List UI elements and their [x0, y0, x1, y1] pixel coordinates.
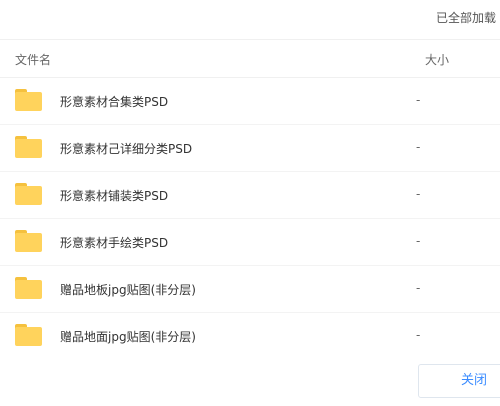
file-row[interactable]: 赠品地板jpg贴图(非分层) - [0, 266, 500, 313]
table-header: 文件名 大小 [0, 40, 500, 78]
file-row[interactable]: 形意素材己详细分类PSD - [0, 125, 500, 172]
file-size: - [416, 93, 421, 107]
column-header-name: 文件名 [15, 53, 52, 67]
close-button[interactable]: 关闭 [418, 364, 500, 398]
load-status-text: 已全部加载 [435, 11, 496, 25]
file-size: - [416, 328, 421, 342]
folder-icon [15, 89, 42, 111]
column-header-size: 大小 [425, 53, 450, 67]
file-name: 形意素材合集类PSD [60, 95, 169, 109]
file-size: - [416, 234, 421, 248]
folder-icon [15, 324, 42, 346]
folder-icon [15, 277, 42, 299]
file-name: 赠品地面jpg贴图(非分层) [60, 330, 196, 344]
file-size: - [416, 281, 421, 295]
file-name: 形意素材铺装类PSD [60, 189, 169, 203]
folder-icon [15, 183, 42, 205]
folder-icon [15, 230, 42, 252]
file-name: 形意素材己详细分类PSD [60, 142, 193, 156]
file-row[interactable]: 形意素材手绘类PSD - [0, 219, 500, 266]
file-row[interactable]: 形意素材合集类PSD - [0, 78, 500, 125]
file-list: 形意素材合集类PSD - 形意素材己详细分类PSD - 形意素材铺装类PSD -… [0, 78, 500, 351]
file-name: 赠品地板jpg贴图(非分层) [60, 283, 196, 297]
file-row[interactable]: 赠品地面jpg贴图(非分层) - [0, 313, 500, 351]
file-name: 形意素材手绘类PSD [60, 236, 169, 250]
file-size: - [416, 140, 421, 154]
file-row[interactable]: 形意素材铺装类PSD - [0, 172, 500, 219]
file-list-dialog: 已全部加载 文件名 大小 形意素材合集类PSD - 形意素材己详细分类PSD -… [0, 0, 500, 406]
folder-icon [15, 136, 42, 158]
file-size: - [416, 187, 421, 201]
